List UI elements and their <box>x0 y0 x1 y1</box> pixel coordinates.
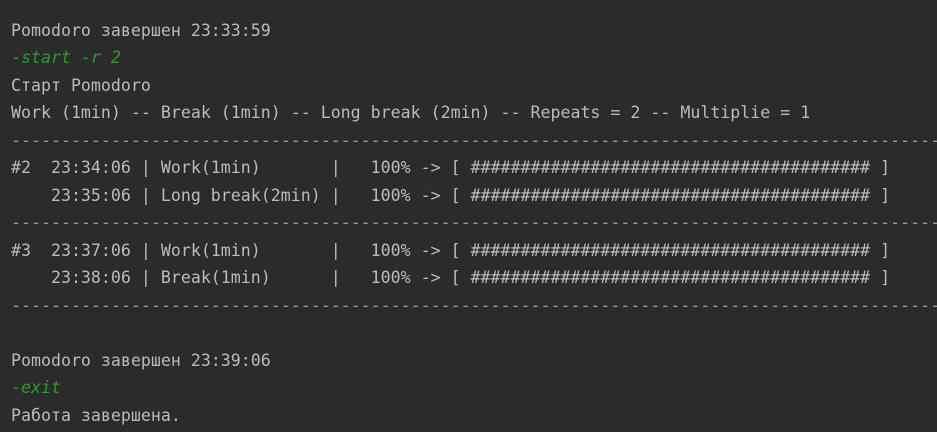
console-separator: ----------------------------------------… <box>11 213 937 232</box>
console-output-line: Pomodoro завершен 23:39:06 <box>11 351 271 370</box>
console-progress-line: 23:35:06 | Long break(2min) | 100% -> [ … <box>11 186 891 205</box>
console-command-line: -exit <box>11 378 61 397</box>
console-output-line: Pomodoro завершен 23:33:59 <box>11 21 271 40</box>
console-progress-line: #2 23:34:06 | Work(1min) | 100% -> [ ###… <box>11 158 891 177</box>
console-command-line: -start -r 2 <box>11 48 121 67</box>
console-output-line: Work (1min) -- Break (1min) -- Long brea… <box>11 103 811 122</box>
console-separator: ----------------------------------------… <box>11 296 937 315</box>
terminal-console[interactable]: Pomodoro завершен 23:33:59 -start -r 2 С… <box>0 0 937 432</box>
console-output-line: Работа завершена. <box>11 406 181 425</box>
console-output-line: Старт Pomodoro <box>11 76 151 95</box>
console-progress-line: 23:38:06 | Break(1min) | 100% -> [ #####… <box>11 268 891 287</box>
console-separator: ----------------------------------------… <box>11 131 937 150</box>
console-progress-line: #3 23:37:06 | Work(1min) | 100% -> [ ###… <box>11 241 891 260</box>
